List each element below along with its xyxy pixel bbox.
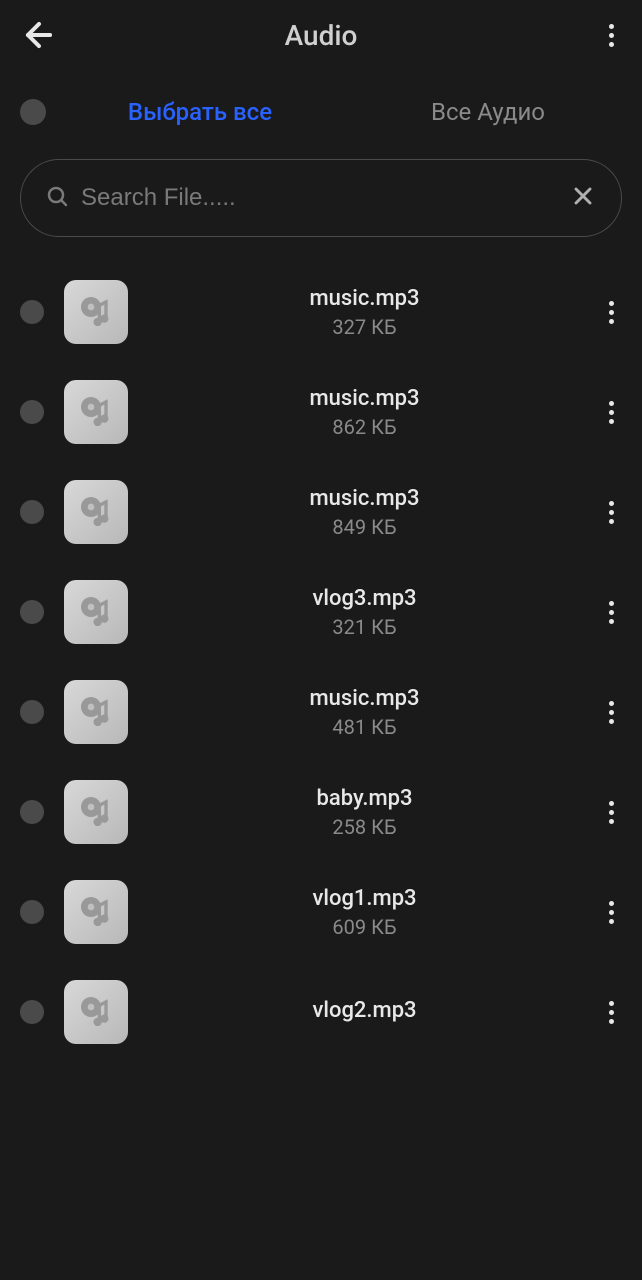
file-size: 321 КБ	[148, 615, 581, 639]
audio-file-icon	[64, 980, 128, 1044]
file-info: music.mp3 849 КБ	[148, 486, 581, 539]
file-info: music.mp3 481 КБ	[148, 686, 581, 739]
tabs-bar: Выбрать все Все Аудио	[0, 70, 642, 154]
audio-file-icon	[64, 480, 128, 544]
more-options-button[interactable]	[601, 16, 622, 55]
file-size: 862 КБ	[148, 415, 581, 439]
file-more-button[interactable]	[601, 593, 622, 632]
file-size: 327 КБ	[148, 315, 581, 339]
page-title: Audio	[285, 19, 358, 52]
file-checkbox[interactable]	[20, 900, 44, 924]
file-info: vlog3.mp3 321 КБ	[148, 586, 581, 639]
file-item[interactable]: baby.mp3 258 КБ	[20, 762, 622, 862]
audio-file-icon	[64, 680, 128, 744]
file-checkbox[interactable]	[20, 600, 44, 624]
file-item[interactable]: music.mp3 327 КБ	[20, 262, 622, 362]
file-name: vlog1.mp3	[148, 886, 581, 911]
file-info: baby.mp3 258 КБ	[148, 786, 581, 839]
back-button[interactable]	[20, 16, 58, 54]
file-name: music.mp3	[148, 386, 581, 411]
file-info: vlog2.mp3	[148, 998, 581, 1027]
audio-file-icon	[64, 380, 128, 444]
file-name: baby.mp3	[148, 786, 581, 811]
file-name: music.mp3	[148, 486, 581, 511]
file-name: music.mp3	[148, 286, 581, 311]
file-more-button[interactable]	[601, 893, 622, 932]
file-name: vlog3.mp3	[148, 586, 581, 611]
file-size: 849 КБ	[148, 515, 581, 539]
tab-select-all[interactable]: Выбрать все	[66, 90, 334, 134]
search-input[interactable]	[20, 159, 622, 237]
file-checkbox[interactable]	[20, 800, 44, 824]
tab-all-audio[interactable]: Все Аудио	[354, 90, 622, 134]
file-more-button[interactable]	[601, 393, 622, 432]
header: Audio	[0, 0, 642, 70]
search-icon	[45, 184, 69, 212]
file-size: 258 КБ	[148, 815, 581, 839]
file-item[interactable]: vlog3.mp3 321 КБ	[20, 562, 622, 662]
audio-file-icon	[64, 880, 128, 944]
file-item[interactable]: vlog2.mp3	[20, 962, 622, 1062]
file-checkbox[interactable]	[20, 700, 44, 724]
file-checkbox[interactable]	[20, 300, 44, 324]
file-more-button[interactable]	[601, 293, 622, 332]
file-more-button[interactable]	[601, 793, 622, 832]
file-list: music.mp3 327 КБ music.mp3 862 КБ	[0, 262, 642, 1062]
clear-search-button[interactable]	[569, 182, 597, 214]
file-item[interactable]: music.mp3 481 КБ	[20, 662, 622, 762]
file-info: music.mp3 327 КБ	[148, 286, 581, 339]
file-name: music.mp3	[148, 686, 581, 711]
file-size: 481 КБ	[148, 715, 581, 739]
file-checkbox[interactable]	[20, 500, 44, 524]
audio-file-icon	[64, 780, 128, 844]
file-more-button[interactable]	[601, 993, 622, 1032]
file-item[interactable]: vlog1.mp3 609 КБ	[20, 862, 622, 962]
file-checkbox[interactable]	[20, 400, 44, 424]
search-container	[20, 159, 622, 237]
file-name: vlog2.mp3	[148, 998, 581, 1023]
file-more-button[interactable]	[601, 493, 622, 532]
audio-file-icon	[64, 580, 128, 644]
select-all-checkbox[interactable]	[20, 99, 46, 125]
file-size: 609 КБ	[148, 915, 581, 939]
file-item[interactable]: music.mp3 862 КБ	[20, 362, 622, 462]
file-info: music.mp3 862 КБ	[148, 386, 581, 439]
file-more-button[interactable]	[601, 693, 622, 732]
file-item[interactable]: music.mp3 849 КБ	[20, 462, 622, 562]
file-checkbox[interactable]	[20, 1000, 44, 1024]
file-info: vlog1.mp3 609 КБ	[148, 886, 581, 939]
audio-file-icon	[64, 280, 128, 344]
